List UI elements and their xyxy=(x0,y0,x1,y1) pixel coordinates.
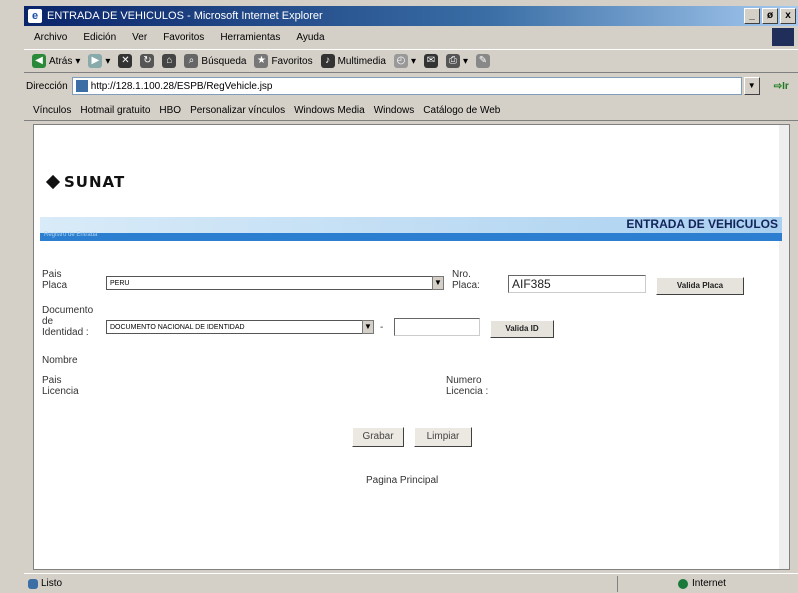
pais-licencia-label: Pais Licencia xyxy=(42,375,79,397)
page-icon xyxy=(28,578,38,589)
address-input[interactable]: http://128.1.100.28/ESPB/RegVehicle.jsp xyxy=(71,77,742,95)
nro-placa-input[interactable]: AIF385 xyxy=(508,275,646,293)
documento-identidad-label: Documento de Identidad : xyxy=(42,305,94,338)
minimize-button[interactable]: _ xyxy=(744,8,760,24)
favorites-label: Favoritos xyxy=(271,55,313,67)
nro-placa-label: Nro. Placa: xyxy=(452,269,480,291)
history-icon: ◴ xyxy=(393,54,408,68)
back-label: Atrás xyxy=(49,55,73,67)
search-label: Búsqueda xyxy=(201,55,247,67)
globe-icon xyxy=(678,578,688,589)
back-icon: ◀ xyxy=(32,54,46,68)
window-title: ENTRADA DE VEHICULOS - Microsoft Interne… xyxy=(47,10,323,22)
pais-placa-label: Pais Placa xyxy=(42,269,68,291)
limpiar-button[interactable]: Limpiar xyxy=(414,427,472,447)
sunat-diamond-icon xyxy=(45,174,61,190)
pais-placa-select[interactable]: PERU ▼ xyxy=(106,276,444,290)
zone-indicator: Internet xyxy=(617,575,798,592)
status-text: Listo xyxy=(41,578,63,589)
menu-herramientas[interactable]: Herramientas xyxy=(220,32,280,43)
stop-button[interactable]: ✕ xyxy=(118,54,133,68)
valida-placa-button[interactable]: Valida Placa xyxy=(656,277,744,295)
refresh-button[interactable]: ↻ xyxy=(140,54,155,68)
documento-tipo-value: DOCUMENTO NACIONAL DE IDENTIDAD xyxy=(110,324,245,331)
search-button[interactable]: ⌕ Búsqueda xyxy=(184,54,246,68)
link-hbo[interactable]: HBO xyxy=(159,105,181,116)
menu-edicion[interactable]: Edición xyxy=(83,32,116,43)
mail-icon: ✉ xyxy=(423,54,438,68)
stop-icon: ✕ xyxy=(118,54,133,68)
menu-bar: Archivo Edición Ver Favoritos Herramient… xyxy=(24,28,798,46)
status-bar: Listo Internet xyxy=(24,573,798,593)
address-bar: Dirección http://128.1.100.28/ESPB/RegVe… xyxy=(24,76,798,96)
chevron-down-icon: ▼ xyxy=(432,276,444,290)
toolbar: ◀ Atrás ▾ ▶ ▾ ✕ ↻ ⌂ ⌕ Búsqueda ★ Favoritos… xyxy=(24,49,798,73)
favorites-icon: ★ xyxy=(254,54,269,68)
go-label: Ir xyxy=(782,80,789,92)
sunat-logo-text: SUNAT xyxy=(64,173,126,191)
print-icon: ⎙ xyxy=(445,54,460,68)
nombre-label: Nombre xyxy=(42,355,78,366)
chevron-down-icon: ▼ xyxy=(362,320,374,334)
header-subbanner: Registro de Entrada xyxy=(40,232,782,241)
address-dropdown-button[interactable]: ▼ xyxy=(743,77,760,95)
address-url: http://128.1.100.28/ESPB/RegVehicle.jsp xyxy=(90,80,273,92)
history-button[interactable]: ◴ ▾ xyxy=(393,54,416,68)
mail-button[interactable]: ✉ xyxy=(423,54,438,68)
close-button[interactable]: x xyxy=(780,8,796,24)
link-hotmail[interactable]: Hotmail gratuito xyxy=(80,105,150,116)
maximize-button[interactable]: ø xyxy=(762,8,778,24)
menu-ayuda[interactable]: Ayuda xyxy=(296,32,324,43)
pagina-principal-link[interactable]: Pagina Principal xyxy=(366,475,438,486)
home-button[interactable]: ⌂ xyxy=(162,54,177,68)
page-subtitle: Registro de Entrada xyxy=(44,232,98,238)
back-button[interactable]: ◀ Atrás ▾ xyxy=(32,54,80,68)
menu-ver[interactable]: Ver xyxy=(132,32,147,43)
page-title: ENTRADA DE VEHICULOS xyxy=(626,217,778,231)
go-button[interactable]: ⇨Ir xyxy=(774,81,789,92)
vertical-scrollbar[interactable] xyxy=(779,125,789,569)
windows-logo xyxy=(772,28,794,46)
documento-numero-input[interactable] xyxy=(394,318,480,336)
window-controls: _ ø x xyxy=(744,8,796,24)
forward-icon: ▶ xyxy=(88,54,103,68)
page-content: SUNAT ENTRADA DE VEHICULOS Registro de E… xyxy=(33,124,790,570)
edit-icon: ✎ xyxy=(476,54,490,68)
ie-icon: e xyxy=(28,9,42,23)
numero-licencia-label: Numero Licencia : xyxy=(446,375,489,397)
address-label: Dirección xyxy=(26,80,68,92)
zone-label: Internet xyxy=(692,578,726,589)
favorites-button[interactable]: ★ Favoritos xyxy=(254,54,313,68)
edit-button[interactable]: ✎ xyxy=(476,54,490,68)
forward-button[interactable]: ▶ ▾ xyxy=(88,54,110,68)
sunat-logo: SUNAT xyxy=(45,173,126,191)
link-windows-media[interactable]: Windows Media xyxy=(294,105,365,116)
grabar-button[interactable]: Grabar xyxy=(352,427,404,447)
pais-placa-value: PERU xyxy=(110,280,130,287)
home-icon: ⌂ xyxy=(162,54,177,68)
menu-favoritos[interactable]: Favoritos xyxy=(163,32,204,43)
media-button[interactable]: ♪ Multimedia xyxy=(320,54,386,68)
link-windows[interactable]: Windows xyxy=(374,105,415,116)
header-banner: ENTRADA DE VEHICULOS xyxy=(40,217,782,233)
refresh-icon: ↻ xyxy=(140,54,155,68)
status-left: Listo xyxy=(28,578,62,589)
documento-tipo-select[interactable]: DOCUMENTO NACIONAL DE IDENTIDAD ▼ xyxy=(106,320,374,334)
page-icon xyxy=(75,80,88,92)
print-button[interactable]: ⎙ ▾ xyxy=(445,54,468,68)
links-bar: Vínculos Hotmail gratuito HBO Personaliz… xyxy=(24,100,798,121)
media-icon: ♪ xyxy=(320,54,335,68)
search-icon: ⌕ xyxy=(184,54,199,68)
link-catalogo[interactable]: Catálogo de Web xyxy=(423,105,500,116)
valida-id-button[interactable]: Valida ID xyxy=(490,320,554,338)
link-personalizar[interactable]: Personalizar vínculos xyxy=(190,105,285,116)
window-titlebar: e ENTRADA DE VEHICULOS - Microsoft Inter… xyxy=(24,6,798,26)
links-label: Vínculos xyxy=(33,104,72,116)
menu-archivo[interactable]: Archivo xyxy=(34,32,67,43)
documento-dash: - xyxy=(380,322,384,333)
media-label: Multimedia xyxy=(337,55,386,67)
